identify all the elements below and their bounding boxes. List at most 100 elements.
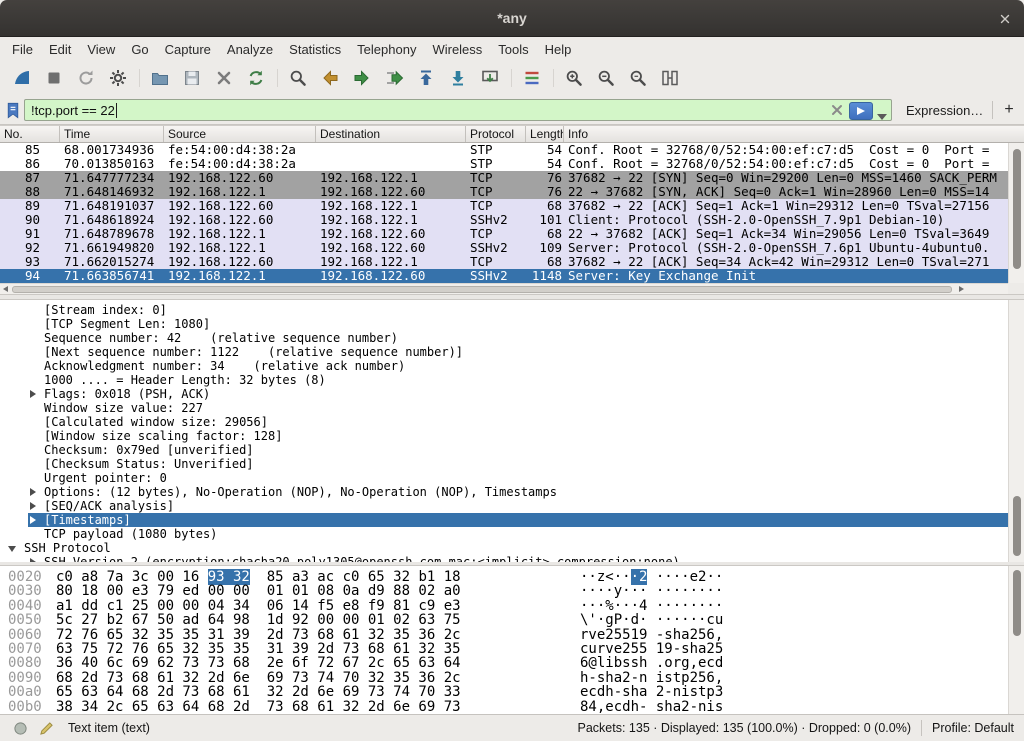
menu-wireless[interactable]: Wireless	[424, 39, 490, 60]
packet-row[interactable]: 8871.648146932192.168.122.1192.168.122.6…	[0, 185, 1008, 199]
hex-row[interactable]: 003080 18 00 e3 79 ed 00 00 01 01 08 0a …	[0, 584, 1008, 598]
expander-icon[interactable]	[28, 389, 38, 399]
detail-row[interactable]: [Window size scaling factor: 128]	[0, 429, 1008, 443]
detail-row[interactable]: TCP payload (1080 bytes)	[0, 527, 1008, 541]
detail-row[interactable]: [Timestamps]	[28, 513, 1008, 527]
column-header-destination[interactable]: Destination	[316, 126, 466, 142]
hex-row[interactable]: 007063 75 72 76 65 32 35 35 31 39 2d 73 …	[0, 642, 1008, 656]
display-filter-field[interactable]: !tcp.port == 22	[24, 99, 892, 121]
hex-row[interactable]: 00505c 27 b2 67 50 ad 64 98 1d 92 00 00 …	[0, 613, 1008, 627]
profile-button[interactable]: Profile: Default	[932, 721, 1014, 735]
hscroll-thumb[interactable]	[12, 286, 952, 293]
packet-row[interactable]: 9271.661949820192.168.122.1192.168.122.6…	[0, 241, 1008, 255]
display-filter-input[interactable]: !tcp.port == 22	[31, 103, 115, 118]
expander-icon[interactable]	[28, 515, 38, 525]
packet-row[interactable]: 8971.648191037192.168.122.60192.168.122.…	[0, 199, 1008, 213]
zoom-original-button[interactable]	[624, 64, 652, 92]
column-header-length[interactable]: Length	[526, 126, 564, 142]
menu-go[interactable]: Go	[123, 39, 156, 60]
expert-info-button[interactable]	[10, 718, 30, 738]
hex-row[interactable]: 00a065 63 64 68 2d 73 68 61 32 2d 6e 69 …	[0, 685, 1008, 699]
capture-comment-button[interactable]	[36, 718, 56, 738]
filter-bookmark-button[interactable]	[3, 99, 23, 121]
menu-tools[interactable]: Tools	[490, 39, 536, 60]
hex-row[interactable]: 008036 40 6c 69 62 73 73 68 2e 6f 72 67 …	[0, 656, 1008, 670]
expander-icon[interactable]	[8, 543, 18, 553]
menu-analyze[interactable]: Analyze	[219, 39, 281, 60]
hex-row[interactable]: 00b038 34 2c 65 63 64 68 2d 73 68 61 32 …	[0, 700, 1008, 714]
save-file-button[interactable]	[178, 64, 206, 92]
expander-icon[interactable]	[28, 501, 38, 511]
detail-row[interactable]: Flags: 0x018 (PSH, ACK)	[0, 387, 1008, 401]
zoom-in-button[interactable]	[560, 64, 588, 92]
hex-row[interactable]: 0020c0 a8 7a 3c 00 16 93 32 85 a3 ac c0 …	[0, 570, 1008, 584]
find-packet-button[interactable]	[284, 64, 312, 92]
expression-button[interactable]: Expression…	[900, 99, 989, 121]
scroll-right-icon[interactable]	[959, 286, 964, 292]
vscroll-thumb[interactable]	[1013, 570, 1021, 636]
detail-row[interactable]: [Stream index: 0]	[0, 303, 1008, 317]
vscroll-thumb[interactable]	[1013, 149, 1021, 269]
detail-row[interactable]: [SEQ/ACK analysis]	[0, 499, 1008, 513]
column-header-source[interactable]: Source	[164, 126, 316, 142]
restart-capture-button[interactable]	[72, 64, 100, 92]
filter-dropdown-button[interactable]	[876, 108, 888, 116]
packet-row[interactable]: 9371.662015274192.168.122.60192.168.122.…	[0, 255, 1008, 269]
detail-row[interactable]: Options: (12 bytes), No-Operation (NOP),…	[0, 485, 1008, 499]
hex-row[interactable]: 009068 2d 73 68 61 32 2d 6e 69 73 74 70 …	[0, 671, 1008, 685]
stop-capture-button[interactable]	[40, 64, 68, 92]
detail-row[interactable]: Checksum: 0x79ed [unverified]	[0, 443, 1008, 457]
go-first-button[interactable]	[412, 64, 440, 92]
filter-clear-button[interactable]	[829, 103, 845, 119]
detail-row[interactable]: Sequence number: 42 (relative sequence n…	[0, 331, 1008, 345]
hex-row[interactable]: 006072 76 65 32 35 35 31 39 2d 73 68 61 …	[0, 628, 1008, 642]
detail-row[interactable]: [TCP Segment Len: 1080]	[0, 317, 1008, 331]
detail-row[interactable]: SSH Protocol	[0, 541, 1008, 555]
expander-icon[interactable]	[28, 487, 38, 497]
detail-row[interactable]: [Calculated window size: 29056]	[0, 415, 1008, 429]
menu-telephony[interactable]: Telephony	[349, 39, 424, 60]
detail-row[interactable]: Acknowledgment number: 34 (relative ack …	[0, 359, 1008, 373]
bytes-vscrollbar[interactable]	[1008, 566, 1024, 714]
menu-view[interactable]: View	[79, 39, 123, 60]
detail-row[interactable]: Urgent pointer: 0	[0, 471, 1008, 485]
capture-options-button[interactable]	[104, 64, 132, 92]
details-vscrollbar[interactable]	[1008, 300, 1024, 562]
packet-list-vscrollbar[interactable]	[1008, 143, 1024, 283]
detail-row[interactable]: [Next sequence number: 1122 (relative se…	[0, 345, 1008, 359]
auto-scroll-button[interactable]	[476, 64, 504, 92]
go-forward-button[interactable]	[348, 64, 376, 92]
go-to-packet-button[interactable]	[380, 64, 408, 92]
add-filter-button[interactable]: +	[998, 98, 1020, 121]
menu-help[interactable]: Help	[537, 39, 580, 60]
detail-row[interactable]: 1000 .... = Header Length: 32 bytes (8)	[0, 373, 1008, 387]
packet-row[interactable]: 8568.001734936fe:54:00:d4:38:2aSTP54Conf…	[0, 143, 1008, 157]
detail-row[interactable]: Window size value: 227	[0, 401, 1008, 415]
menu-statistics[interactable]: Statistics	[281, 39, 349, 60]
scroll-left-icon[interactable]	[3, 286, 8, 292]
column-header-info[interactable]: Info	[564, 126, 1008, 142]
go-last-button[interactable]	[444, 64, 472, 92]
go-back-button[interactable]	[316, 64, 344, 92]
packet-row[interactable]: 8771.647777234192.168.122.60192.168.122.…	[0, 171, 1008, 185]
menu-file[interactable]: File	[4, 39, 41, 60]
close-button[interactable]	[993, 7, 1016, 30]
filter-apply-button[interactable]	[849, 102, 873, 120]
colorize-button[interactable]	[518, 64, 546, 92]
zoom-out-button[interactable]	[592, 64, 620, 92]
column-header-no[interactable]: No.	[0, 126, 60, 142]
vscroll-thumb[interactable]	[1013, 496, 1021, 556]
start-capture-button[interactable]	[8, 64, 36, 92]
column-header-protocol[interactable]: Protocol	[466, 126, 526, 142]
column-header-time[interactable]: Time	[60, 126, 164, 142]
resize-columns-button[interactable]	[656, 64, 684, 92]
packet-row[interactable]: 9471.663856741192.168.122.1192.168.122.6…	[0, 269, 1008, 283]
detail-row[interactable]: [Checksum Status: Unverified]	[0, 457, 1008, 471]
detail-row[interactable]: SSH Version 2 (encryption:chacha20-poly1…	[0, 555, 1008, 562]
packet-row[interactable]: 9071.648618924192.168.122.60192.168.122.…	[0, 213, 1008, 227]
close-file-button[interactable]	[210, 64, 238, 92]
hex-row[interactable]: 0040a1 dd c1 25 00 00 04 34 06 14 f5 e8 …	[0, 599, 1008, 613]
packet-row[interactable]: 9171.648789678192.168.122.1192.168.122.6…	[0, 227, 1008, 241]
reload-button[interactable]	[242, 64, 270, 92]
packet-list-hscrollbar[interactable]	[0, 283, 1008, 294]
